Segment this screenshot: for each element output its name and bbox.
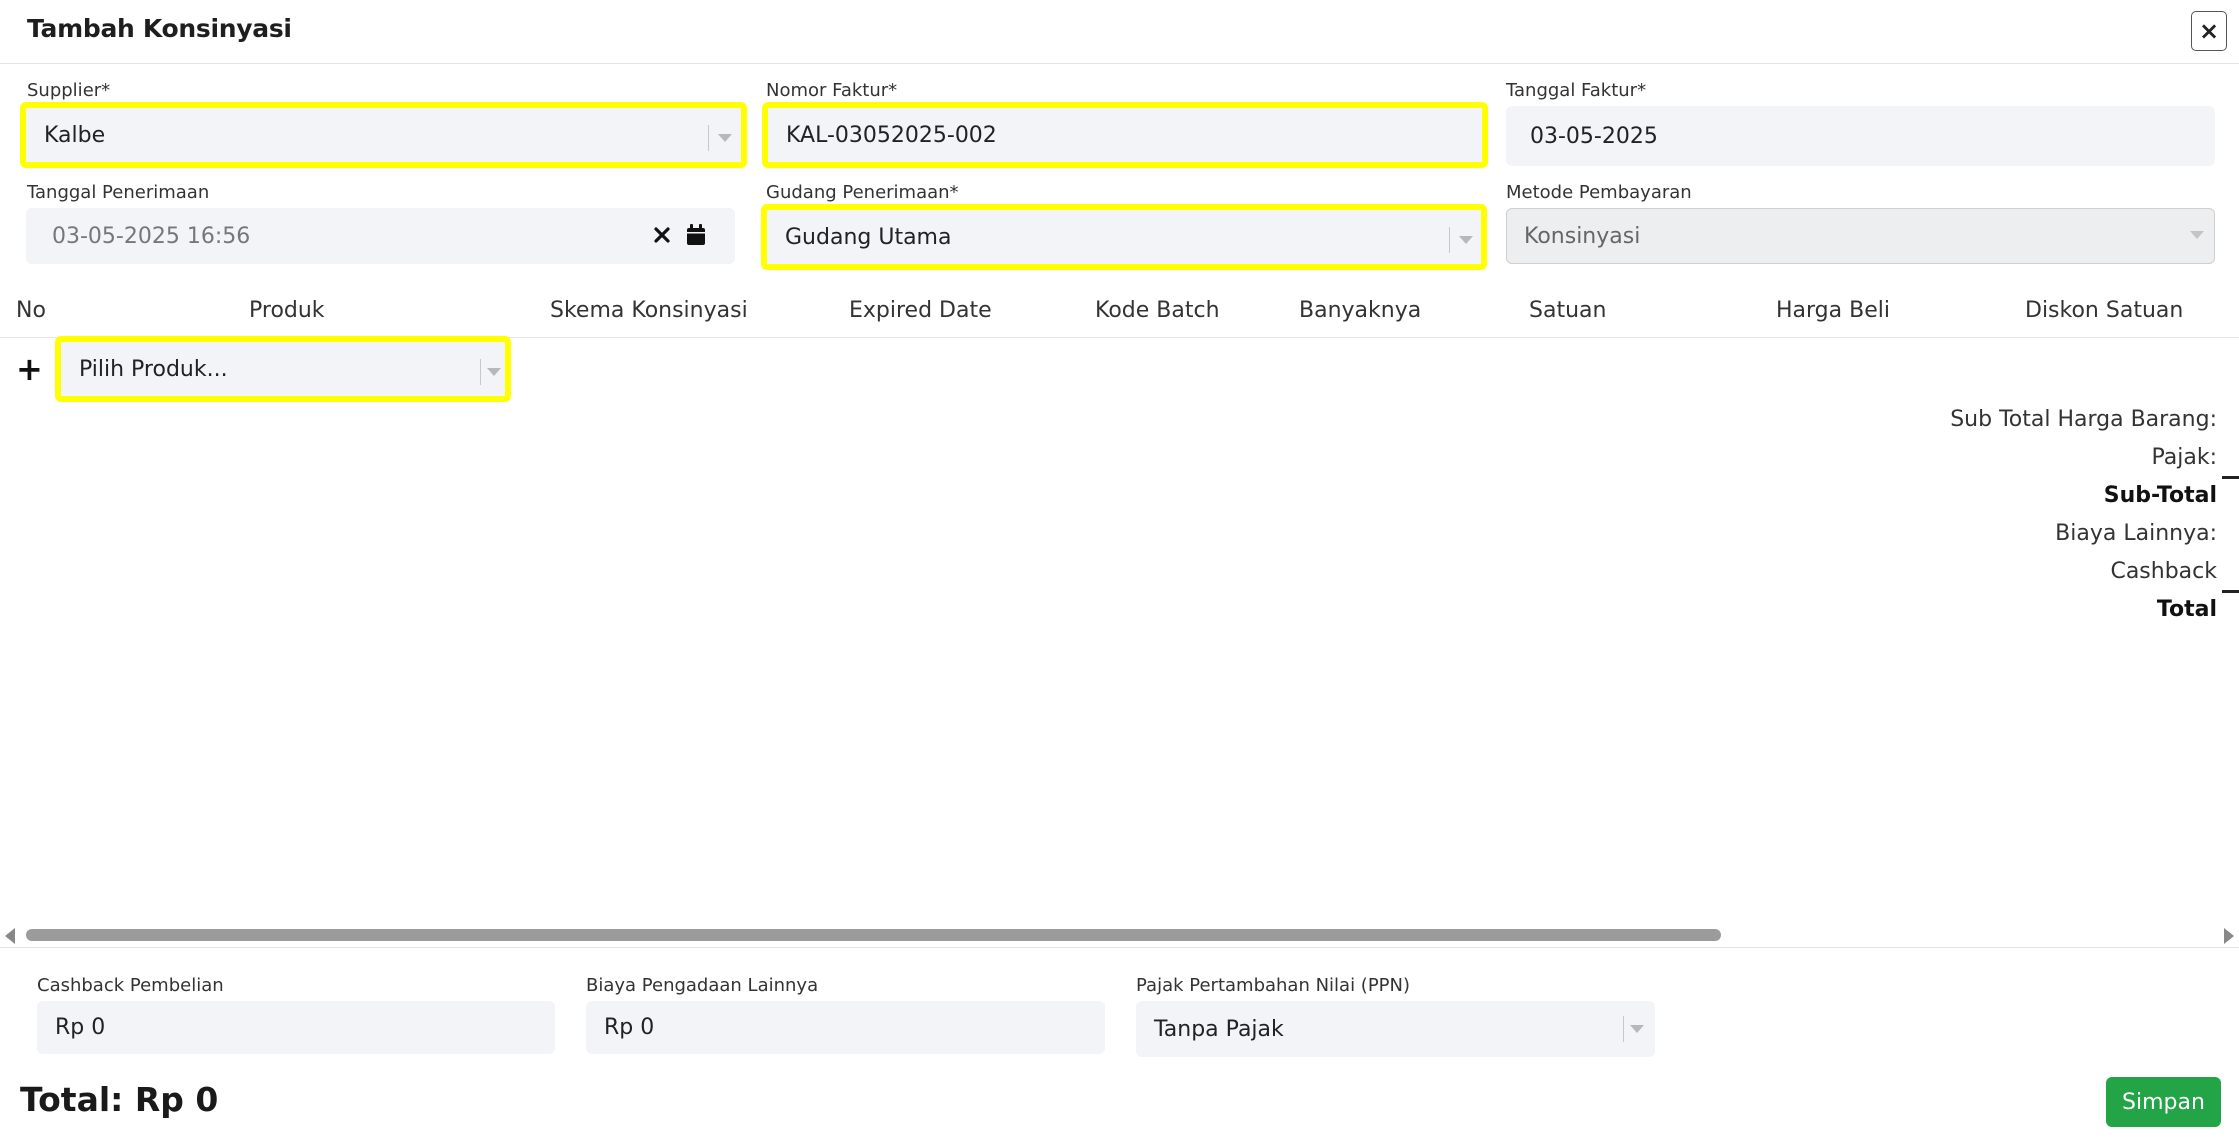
nomor-faktur-label: Nomor Faktur* [766, 80, 898, 101]
summary-divider [2222, 476, 2239, 479]
cashback-pembelian-input[interactable]: Rp 0 [37, 1001, 555, 1054]
gudang-penerimaan-label: Gudang Penerimaan* [766, 182, 959, 203]
tanggal-penerimaan-value: 03-05-2025 16:56 [52, 223, 251, 249]
calendar-icon[interactable] [686, 224, 706, 246]
col-satuan: Satuan [1529, 298, 1607, 323]
scroll-right-arrow[interactable] [2224, 928, 2234, 944]
col-no: No [16, 298, 46, 323]
supplier-value: Kalbe [44, 122, 106, 148]
chevron-down-icon[interactable] [718, 134, 732, 142]
select-separator [708, 125, 709, 151]
col-kode-batch: Kode Batch [1095, 298, 1220, 323]
biaya-lainnya-label: Biaya Lainnya: [2055, 521, 2217, 546]
tanggal-faktur-value: 03-05-2025 [1530, 123, 1658, 149]
ppn-select[interactable]: Tanpa Pajak [1136, 1001, 1655, 1057]
biaya-pengadaan-value: Rp 0 [604, 1015, 655, 1040]
metode-pembayaran-value: Konsinyasi [1524, 223, 1641, 249]
col-expired-date: Expired Date [849, 298, 992, 323]
col-harga-beli: Harga Beli [1776, 298, 1890, 323]
nomor-faktur-input[interactable]: KAL-03052025-002 [762, 102, 1488, 168]
ppn-value: Tanpa Pajak [1154, 1016, 1284, 1042]
cashback-pembelian-label: Cashback Pembelian [37, 975, 224, 996]
pajak-label: Pajak: [2151, 445, 2217, 470]
chevron-down-icon[interactable] [487, 368, 501, 376]
col-banyaknya: Banyaknya [1299, 298, 1422, 323]
close-button[interactable]: × [2191, 11, 2227, 51]
modal-title: Tambah Konsinyasi [27, 14, 292, 43]
product-placeholder: Pilih Produk... [79, 356, 228, 382]
plus-icon[interactable]: + [16, 350, 43, 388]
tanggal-faktur-label: Tanggal Faktur* [1506, 80, 1647, 101]
ppn-label: Pajak Pertambahan Nilai (PPN) [1136, 975, 1411, 996]
tanggal-penerimaan-input[interactable]: 03-05-2025 16:56 [26, 208, 735, 264]
col-produk: Produk [249, 298, 325, 323]
col-diskon-satuan: Diskon Satuan [2025, 298, 2184, 323]
scroll-left-arrow[interactable] [5, 928, 15, 944]
cashback-pembelian-value: Rp 0 [55, 1015, 106, 1040]
horizontal-scrollbar[interactable] [26, 929, 1721, 941]
gudang-penerimaan-value: Gudang Utama [785, 224, 952, 250]
grand-total: Total: Rp 0 [20, 1080, 219, 1119]
metode-pembayaran-label: Metode Pembayaran [1506, 182, 1692, 203]
biaya-pengadaan-label: Biaya Pengadaan Lainnya [586, 975, 819, 996]
col-skema-konsinyasi: Skema Konsinyasi [550, 298, 748, 323]
select-separator [1623, 1016, 1624, 1042]
total-label: Total [2156, 597, 2217, 622]
nomor-faktur-value: KAL-03052025-002 [786, 122, 997, 148]
chevron-down-icon [2190, 231, 2204, 239]
tanggal-faktur-input[interactable]: 03-05-2025 [1506, 106, 2215, 166]
select-separator [1449, 227, 1450, 253]
tanggal-penerimaan-label: Tanggal Penerimaan [27, 182, 210, 203]
chevron-down-icon[interactable] [1459, 236, 1473, 244]
metode-pembayaran-select: Konsinyasi [1506, 208, 2215, 264]
footer-divider [0, 947, 2239, 948]
x-icon[interactable] [654, 227, 670, 243]
close-icon: × [2198, 17, 2220, 45]
cashback-label: Cashback [2110, 559, 2217, 584]
product-select[interactable]: Pilih Produk... [55, 336, 511, 402]
summary-divider [2222, 590, 2239, 593]
save-button[interactable]: Simpan [2106, 1077, 2221, 1127]
sub-total-harga-barang-label: Sub Total Harga Barang: [1950, 407, 2217, 432]
supplier-label: Supplier* [27, 80, 111, 101]
supplier-select[interactable]: Kalbe [20, 102, 747, 168]
gudang-penerimaan-select[interactable]: Gudang Utama [761, 204, 1487, 270]
chevron-down-icon[interactable] [1630, 1025, 1644, 1033]
select-separator [480, 359, 481, 385]
biaya-pengadaan-input[interactable]: Rp 0 [586, 1001, 1105, 1054]
sub-total-label: Sub-Total [2103, 483, 2217, 508]
header-divider [0, 63, 2239, 64]
